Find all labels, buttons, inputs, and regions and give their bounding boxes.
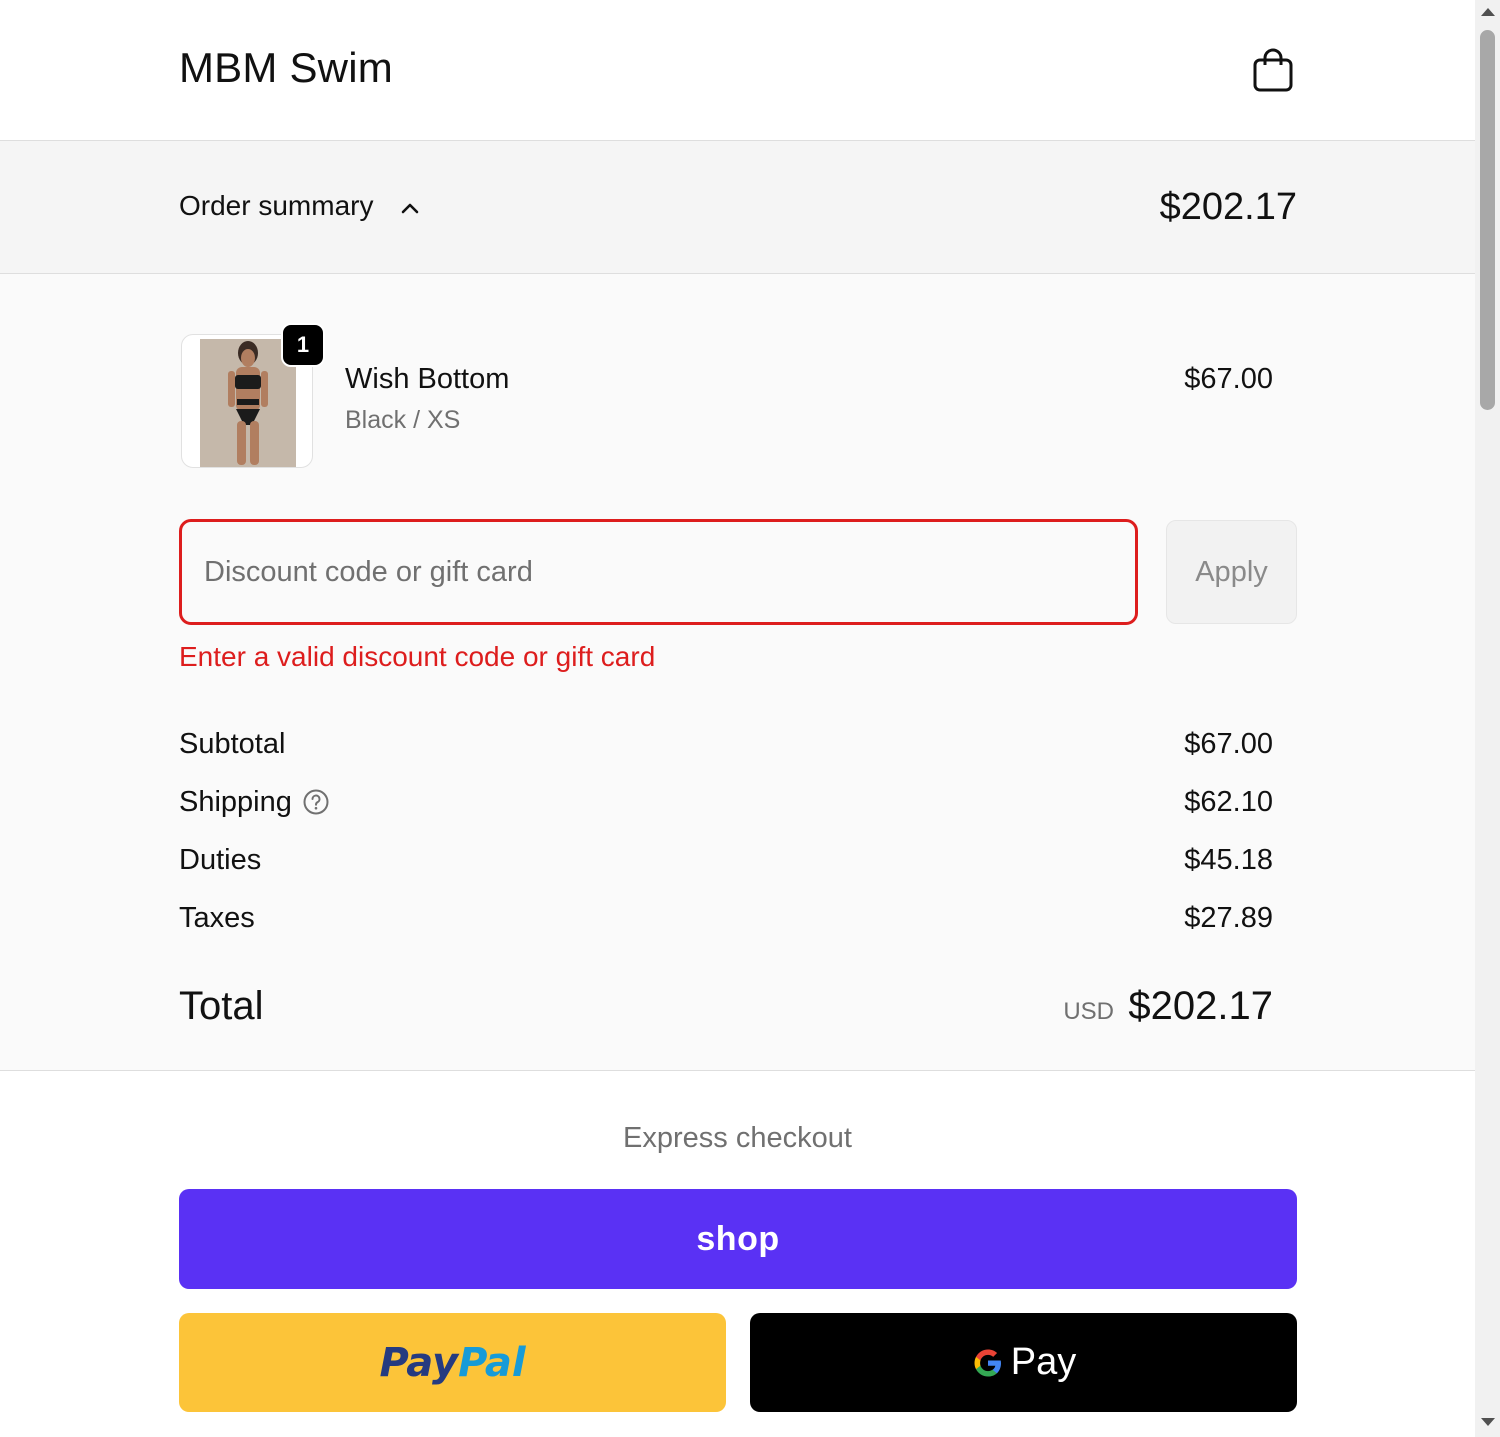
shipping-value: $62.10	[1184, 786, 1273, 818]
product-price: $67.00	[1184, 363, 1273, 395]
duties-value: $45.18	[1184, 844, 1273, 876]
shop-pay-label: shop	[696, 1219, 780, 1258]
question-circle-icon[interactable]	[303, 789, 329, 815]
order-summary-total: $202.17	[1159, 186, 1297, 228]
google-g-icon	[974, 1349, 1001, 1376]
total-value: $202.17	[1128, 984, 1273, 1028]
order-summary-label[interactable]: Order summary	[179, 190, 373, 222]
brand-name[interactable]: MBM Swim	[179, 44, 393, 92]
shopping-bag-icon[interactable]	[1250, 46, 1296, 94]
scroll-down-arrow-icon[interactable]	[1481, 1418, 1495, 1426]
shipping-label: Shipping	[179, 786, 292, 818]
chevron-up-icon[interactable]	[399, 197, 421, 219]
paypal-label-pal: Pal	[458, 1339, 526, 1386]
duties-label: Duties	[179, 844, 262, 876]
subtotal-value: $67.00	[1184, 728, 1273, 760]
paypal-label-pay: Pay	[379, 1339, 459, 1386]
discount-code-input[interactable]	[179, 519, 1138, 625]
scrollbar-thumb[interactable]	[1480, 30, 1495, 410]
taxes-value: $27.89	[1184, 902, 1273, 934]
discount-error-message: Enter a valid discount code or gift card	[179, 641, 656, 672]
google-pay-button[interactable]: Pay	[750, 1313, 1297, 1412]
scroll-up-arrow-icon[interactable]	[1481, 8, 1495, 16]
apply-discount-button[interactable]: Apply	[1166, 520, 1297, 624]
subtotal-label: Subtotal	[179, 728, 286, 760]
express-checkout-title: Express checkout	[623, 1122, 852, 1154]
product-name: Wish Bottom	[345, 363, 510, 395]
google-pay-label: Pay	[1010, 1341, 1077, 1383]
product-variant: Black / XS	[345, 406, 461, 434]
checkout-page: MBM Swim Order summary $202.17 1 Wish Bo…	[0, 0, 1475, 1437]
total-label: Total	[179, 984, 264, 1028]
taxes-label: Taxes	[179, 902, 255, 934]
paypal-button[interactable]: Pay Pal	[179, 1313, 726, 1412]
shop-pay-button[interactable]: shop	[179, 1189, 1297, 1289]
quantity-badge: 1	[281, 323, 325, 367]
currency-code: USD	[1063, 998, 1114, 1025]
header: MBM Swim	[0, 0, 1475, 141]
